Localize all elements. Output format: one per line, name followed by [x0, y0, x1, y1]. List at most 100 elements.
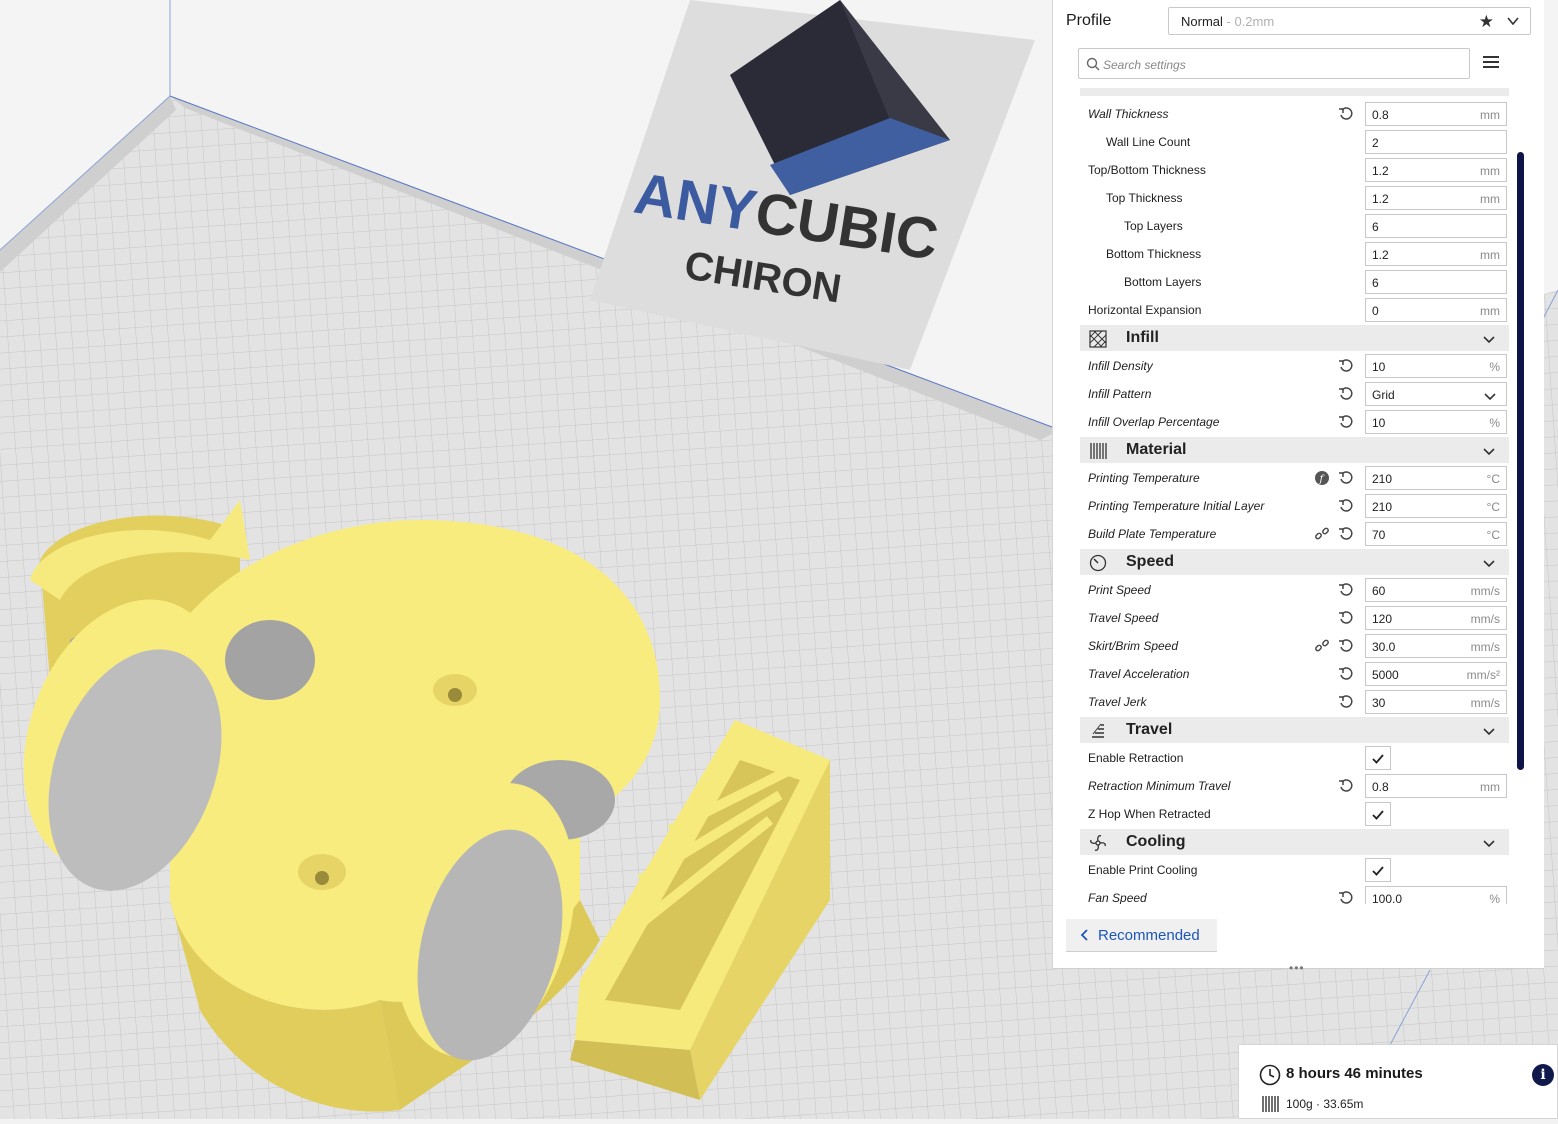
function-icon[interactable]: f — [1314, 470, 1330, 486]
infill-icon — [1089, 330, 1107, 348]
favorite-star-icon[interactable]: ★ — [1479, 12, 1494, 32]
reset-icon[interactable] — [1338, 582, 1354, 598]
setting-label: Fan Speed — [1088, 891, 1147, 904]
setting-print-speed: Print Speed 60 mm/s — [1080, 576, 1509, 604]
profile-name: Normal — [1181, 14, 1223, 29]
chevron-down-icon — [1484, 389, 1496, 401]
setting-value-field[interactable]: 100.0% — [1365, 886, 1507, 904]
setting-label: Enable Retraction — [1088, 751, 1184, 765]
reset-icon[interactable] — [1338, 694, 1354, 710]
category-shell[interactable] — [1080, 88, 1509, 96]
setting-value: 30.0 — [1372, 640, 1396, 654]
setting-value-field[interactable]: 1.2 mm — [1365, 186, 1507, 210]
setting-bottom-thickness: Bottom Thickness 1.2 mm — [1080, 240, 1509, 268]
setting-unit: % — [1489, 892, 1500, 904]
setting-value-field[interactable]: 0.8 mm — [1365, 774, 1507, 798]
profile-dropdown[interactable]: Normal - 0.2mm ★ — [1168, 7, 1531, 35]
setting-unit: °C — [1486, 500, 1500, 514]
settings-scrollbar[interactable] — [1517, 152, 1524, 770]
chevron-down-icon[interactable] — [1483, 332, 1495, 344]
setting-value-field[interactable]: Grid — [1365, 382, 1507, 406]
setting-value-field[interactable]: 6 — [1365, 214, 1507, 238]
setting-value-field[interactable]: 210 °C — [1365, 494, 1507, 518]
setting-value: 210 — [1372, 500, 1393, 514]
search-settings-input[interactable]: Search settings — [1078, 48, 1470, 79]
chevron-down-icon[interactable] — [1483, 556, 1495, 568]
setting-value: Grid — [1372, 388, 1395, 402]
reset-icon[interactable] — [1338, 386, 1354, 402]
reset-icon[interactable] — [1338, 470, 1354, 486]
chevron-down-icon[interactable] — [1483, 724, 1495, 736]
chevron-down-icon[interactable] — [1483, 836, 1495, 848]
setting-value: 1.2 — [1372, 192, 1389, 206]
setting-label: Wall Line Count — [1106, 135, 1191, 149]
setting-value: 120 — [1372, 612, 1393, 626]
recommended-button[interactable]: Recommended — [1066, 919, 1217, 952]
resize-grip[interactable]: ••• — [1289, 961, 1305, 975]
setting-label: Infill Overlap Percentage — [1088, 415, 1220, 429]
reset-icon[interactable] — [1338, 526, 1354, 542]
setting-value-field[interactable]: 0.8 mm — [1365, 102, 1507, 126]
setting-value: 2 — [1372, 136, 1379, 150]
setting-label: Z Hop When Retracted — [1088, 807, 1211, 821]
setting-value-field[interactable]: 10% — [1365, 354, 1507, 378]
setting-unit: mm — [1480, 248, 1500, 262]
link-icon[interactable] — [1314, 638, 1330, 654]
reset-icon[interactable] — [1338, 638, 1354, 654]
setting-infill-overlap-percentage: Infill Overlap Percentage 10% — [1080, 408, 1509, 436]
setting-value-field[interactable]: 30.0 mm/s — [1365, 634, 1507, 658]
setting-value: 6 — [1372, 276, 1379, 290]
setting-value-field[interactable]: 70 °C — [1365, 522, 1507, 546]
chevron-down-icon[interactable] — [1483, 444, 1495, 456]
reset-icon[interactable] — [1338, 498, 1354, 514]
reset-icon[interactable] — [1338, 890, 1354, 904]
setting-top-bottom-thickness: Top/Bottom Thickness 1.2 mm — [1080, 156, 1509, 184]
setting-label: Top Thickness — [1106, 191, 1183, 205]
reset-icon[interactable] — [1338, 778, 1354, 794]
link-icon[interactable] — [1314, 526, 1330, 542]
setting-checkbox[interactable] — [1365, 746, 1391, 770]
setting-value-field[interactable]: 6 — [1365, 270, 1507, 294]
setting-label: Travel Speed — [1088, 611, 1159, 625]
setting-horizontal-expansion: Horizontal Expansion 0 mm — [1080, 296, 1509, 324]
setting-checkbox[interactable] — [1365, 858, 1391, 882]
setting-value-field[interactable]: 1.2 mm — [1365, 242, 1507, 266]
setting-value-field[interactable]: 0 mm — [1365, 298, 1507, 322]
setting-unit: mm — [1480, 164, 1500, 178]
setting-value-field[interactable]: 30 mm/s — [1365, 690, 1507, 714]
reset-icon[interactable] — [1338, 358, 1354, 374]
category-cooling[interactable]: Cooling — [1080, 829, 1509, 855]
category-title: Speed — [1126, 553, 1175, 570]
category-travel[interactable]: Travel — [1080, 717, 1509, 743]
print-estimate: 8 hours 46 minutes i 100g · 33.65m — [1238, 1044, 1558, 1119]
category-infill[interactable]: Infill — [1080, 325, 1509, 351]
setting-value-field[interactable]: 2 — [1365, 130, 1507, 154]
setting-value-field[interactable]: 10% — [1365, 410, 1507, 434]
setting-unit: mm — [1480, 192, 1500, 206]
setting-value-field[interactable]: 120 mm/s — [1365, 606, 1507, 630]
setting-value-field[interactable]: 60 mm/s — [1365, 578, 1507, 602]
setting-checkbox[interactable] — [1365, 802, 1391, 826]
setting-value-field[interactable]: 5000 mm/s² — [1365, 662, 1507, 686]
profile-label: Profile — [1066, 12, 1112, 29]
setting-value-field[interactable]: 210 °C — [1365, 466, 1507, 490]
info-icon[interactable]: i — [1532, 1064, 1554, 1086]
setting-unit: mm — [1480, 108, 1500, 122]
setting-enable-print-cooling: Enable Print Cooling — [1080, 856, 1509, 884]
setting-unit: mm — [1480, 780, 1500, 794]
reset-icon[interactable] — [1338, 610, 1354, 626]
setting-label: Retraction Minimum Travel — [1088, 779, 1231, 793]
setting-travel-jerk: Travel Jerk 30 mm/s — [1080, 688, 1509, 716]
setting-label: Wall Thickness — [1088, 107, 1169, 121]
settings-list[interactable]: Wall Thickness 0.8 mm Wall Line Count 2 Top/B… — [1080, 88, 1509, 904]
setting-value: 5000 — [1372, 668, 1399, 682]
settings-menu-icon[interactable] — [1483, 56, 1499, 70]
reset-icon[interactable] — [1338, 414, 1354, 430]
setting-value-field[interactable]: 1.2 mm — [1365, 158, 1507, 182]
setting-label: Travel Jerk — [1088, 695, 1147, 709]
reset-icon[interactable] — [1338, 106, 1354, 122]
chevron-down-icon[interactable] — [1506, 14, 1520, 28]
category-speed[interactable]: Speed — [1080, 549, 1509, 575]
reset-icon[interactable] — [1338, 666, 1354, 682]
category-material[interactable]: Material — [1080, 437, 1509, 463]
